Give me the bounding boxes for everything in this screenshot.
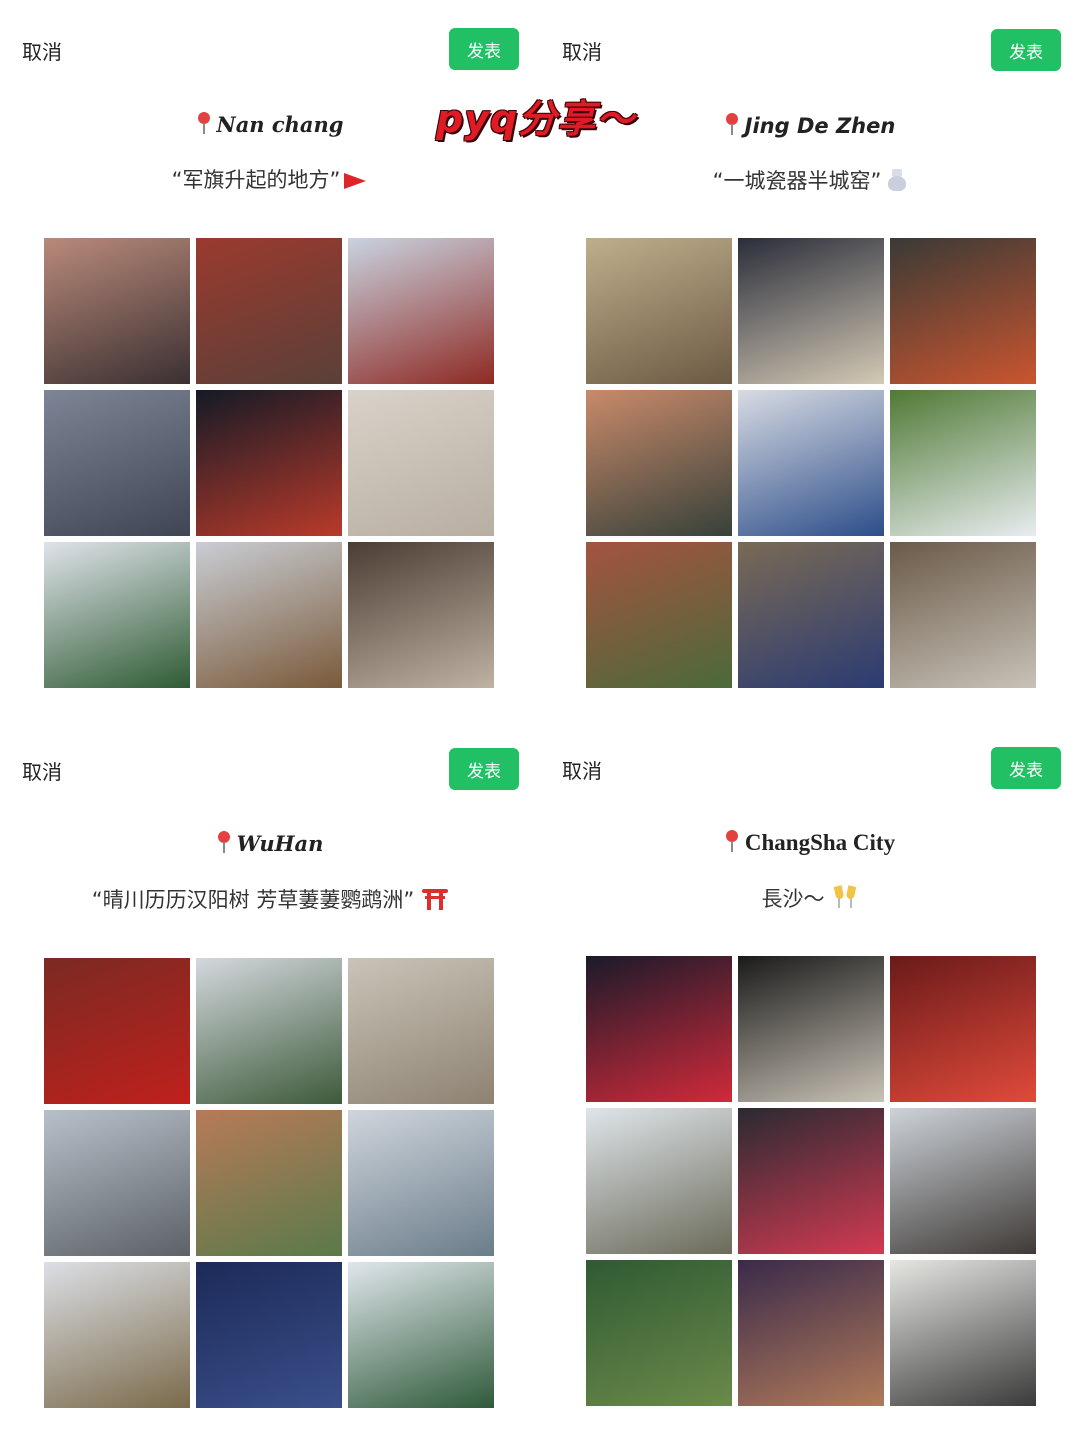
location-pin-icon — [197, 112, 211, 134]
photo-thumbnail-government-hall[interactable] — [196, 542, 342, 688]
flag-icon — [344, 173, 368, 189]
photo-thumbnail-mao-statue[interactable] — [586, 1108, 732, 1254]
photo-thumbnail-pavilion-night[interactable] — [196, 390, 342, 536]
photo-thumbnail-tea-set[interactable] — [738, 238, 884, 384]
cancel-button[interactable]: 取消 — [562, 755, 602, 784]
photo-thumbnail-statue[interactable] — [890, 238, 1036, 384]
location-pin-icon — [217, 831, 231, 853]
photo-thumbnail-porcelain-vases[interactable] — [348, 390, 494, 536]
photo-thumbnail-arch-alley[interactable] — [890, 542, 1036, 688]
photo-thumbnail-colonial-building[interactable] — [348, 958, 494, 1104]
photo-thumbnail-neon-street[interactable] — [586, 956, 732, 1102]
photo-thumbnail-tengwang-pavilion[interactable] — [348, 238, 494, 384]
caption: “一城瓷器半城窑” — [540, 165, 1080, 195]
location-name: WuHan — [236, 831, 324, 856]
clinking-glasses-icon — [833, 885, 859, 910]
photo-thumbnail-bells[interactable] — [44, 958, 190, 1104]
cancel-button[interactable]: 取消 — [22, 756, 62, 785]
vase-icon — [887, 169, 907, 191]
photo-thumbnail-red-building[interactable] — [586, 542, 732, 688]
panel-wuhan: 取消 发表 WuHan “晴川历历汉阳树 芳草萋萋鹦鹉洲” — [0, 720, 540, 1440]
location-name: Jing De Zhen — [744, 114, 896, 138]
photo-thumbnail-tiled-roofs[interactable] — [890, 1260, 1036, 1406]
photo-thumbnail-ifs-mall[interactable] — [738, 956, 884, 1102]
photo-thumbnail-monument[interactable] — [44, 542, 190, 688]
photo-thumbnail-old-building[interactable] — [196, 1110, 342, 1256]
caption-text: “晴川历历汉阳树 芳草萋萋鹦鹉洲” — [91, 888, 415, 912]
post-button[interactable]: 发表 — [449, 748, 519, 790]
photo-thumbnail-ceramic-flowers[interactable] — [586, 390, 732, 536]
photo-thumbnail-blue-planter[interactable] — [738, 542, 884, 688]
location-label[interactable]: WuHan — [0, 831, 540, 856]
photo-thumbnail-riverside-skyline[interactable] — [44, 390, 190, 536]
photo-thumbnail-kiln-wall[interactable] — [586, 238, 732, 384]
location-name: ChangSha City — [744, 830, 896, 855]
photo-thumbnail-lake-pavilion[interactable] — [348, 1262, 494, 1408]
location-name: Nan chang — [216, 112, 344, 137]
photo-thumbnail-bridge[interactable] — [348, 1110, 494, 1256]
photo-thumbnail-red-skyline[interactable] — [890, 956, 1036, 1102]
photo-thumbnail-cups-on-grass[interactable] — [890, 390, 1036, 536]
caption: “军旗升起的地方” — [0, 164, 540, 194]
location-label[interactable]: ChangSha City — [540, 830, 1080, 856]
photo-thumbnail-yellow-crane-tower[interactable] — [196, 958, 342, 1104]
photo-thumbnail-jingdezhen-sign[interactable] — [738, 390, 884, 536]
photo-grid — [586, 238, 1036, 688]
caption-text: “一城瓷器半城窑” — [712, 169, 882, 193]
photo-thumbnail-night-river[interactable] — [196, 1262, 342, 1408]
photo-thumbnail-street[interactable] — [44, 238, 190, 384]
photo-thumbnail-alley-night[interactable] — [738, 1260, 884, 1406]
photo-thumbnail-rooftops[interactable] — [890, 1108, 1036, 1254]
caption-text: 長沙～ — [761, 887, 825, 911]
cancel-button[interactable]: 取消 — [562, 36, 602, 65]
cancel-button[interactable]: 取消 — [22, 36, 62, 65]
post-button[interactable]: 发表 — [991, 747, 1061, 789]
photo-thumbnail-old-town[interactable] — [196, 238, 342, 384]
photo-thumbnail-interior[interactable] — [348, 542, 494, 688]
torii-icon — [422, 888, 449, 910]
photo-thumbnail-changsha-sign[interactable] — [738, 1108, 884, 1254]
caption: 長沙～ — [540, 883, 1080, 913]
post-button[interactable]: 发表 — [991, 29, 1061, 71]
photo-grid — [44, 958, 494, 1408]
photo-thumbnail-university[interactable] — [44, 1262, 190, 1408]
photo-thumbnail-traffic[interactable] — [44, 1110, 190, 1256]
photo-grid — [44, 238, 494, 688]
share-banner: pyq分享～ — [436, 97, 636, 141]
photo-thumbnail-pavilion-forest[interactable] — [586, 1260, 732, 1406]
location-pin-icon — [725, 113, 739, 135]
photo-grid — [586, 956, 1036, 1406]
location-pin-icon — [725, 830, 739, 852]
panel-changsha: 取消 发表 ChangSha City 長沙～ — [540, 720, 1080, 1440]
caption: “晴川历历汉阳树 芳草萋萋鹦鹉洲” — [0, 884, 540, 914]
post-button[interactable]: 发表 — [449, 28, 519, 70]
caption-text: “军旗升起的地方” — [171, 168, 341, 192]
